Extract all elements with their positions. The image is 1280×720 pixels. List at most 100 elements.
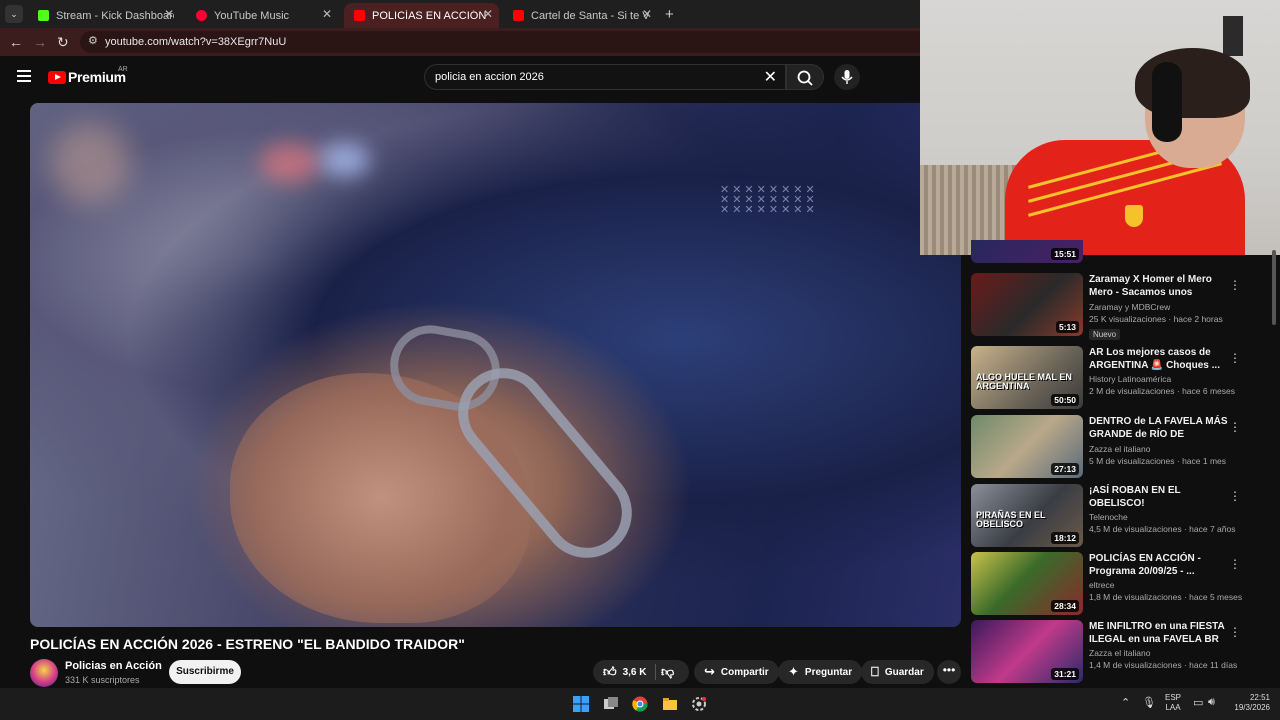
list-item[interactable]: ALGO HUELE MAL EN ARGENTINA 50:50 AR Los… (970, 346, 1270, 412)
subscribe-button[interactable]: Suscribirme (169, 660, 241, 684)
display-icon[interactable]: ▭ (1193, 696, 1203, 709)
like-icon[interactable]: 👍︎ (603, 664, 617, 680)
list-item[interactable]: 28:34 POLICÍAS EN ACCIÓN - Programa 20/0… (970, 552, 1270, 618)
video-info: Zaramay X Homer el Mero Mero - Sacamos u… (1089, 273, 1229, 342)
back-icon[interactable]: ← (9, 34, 23, 50)
close-icon[interactable]: ✕ (642, 7, 652, 21)
police-light-blue (320, 143, 370, 177)
tab-label: Stream - Kick Dashboard (56, 9, 174, 22)
close-icon[interactable]: ✕ (164, 7, 174, 21)
channel-name[interactable]: eltrece (1089, 580, 1229, 590)
clear-search-icon[interactable]: ✕ (764, 67, 777, 87)
language-code: ESP (1165, 693, 1182, 702)
reload-icon[interactable]: ↻ (57, 34, 69, 51)
save-button[interactable]: ⎕ Guardar (861, 660, 934, 684)
divider (655, 664, 656, 680)
list-item[interactable]: 15:51 (970, 240, 1270, 266)
like-count[interactable]: 3,6 K (623, 667, 647, 678)
duration-badge: 50:50 (1051, 394, 1079, 406)
new-tab-icon[interactable]: + (665, 6, 674, 23)
video-title[interactable]: POLICÍAS EN ACCIÓN - Programa 20/09/25 -… (1089, 552, 1229, 578)
more-options-icon[interactable]: ⋮ (1229, 350, 1241, 366)
keyboard-layout: LAA (1165, 703, 1181, 712)
search-icon (797, 70, 813, 86)
tab-kick-dashboard[interactable]: Stream - Kick Dashboard ✕ (28, 3, 180, 28)
channel-name[interactable]: Zazza el italiano (1089, 444, 1229, 454)
logo-country-code: AR (118, 66, 128, 73)
list-item[interactable]: 5:13 Zaramay X Homer el Mero Mero - Saca… (970, 273, 1270, 342)
close-icon[interactable]: ✕ (483, 7, 493, 21)
sidebar-scrollbar[interactable] (1272, 250, 1276, 325)
channel-avatar[interactable] (30, 659, 58, 687)
video-thumbnail[interactable]: 15:51 (971, 240, 1083, 263)
channel-name[interactable]: Zaramay y MDBCrew (1089, 302, 1229, 312)
video-info: ME INFILTRO en una FIESTA ILEGAL en una … (1089, 620, 1237, 670)
video-title[interactable]: ¡ASÍ ROBAN EN EL OBELISCO! (1089, 484, 1229, 510)
file-explorer-icon[interactable] (662, 696, 678, 712)
address-row: ← → ↻ ⚙ youtube.com/watch?v=38XEgrr7NuU (0, 28, 920, 56)
tab-policias-en-accion[interactable]: POLICÍAS EN ACCIÓN 2026 - E ✕ (344, 3, 499, 28)
channel-name[interactable]: Policias en Acción (65, 660, 162, 672)
channel-name[interactable]: History Latinoamérica (1089, 374, 1229, 384)
duration-badge: 31:21 (1051, 668, 1079, 680)
list-item[interactable]: 27:13 DENTRO de LA FAVELA MÁS GRANDE de … (970, 415, 1270, 481)
share-label: Compartir (720, 666, 769, 678)
windows-taskbar: ⌃ 🎙︎ ESP LAA ▭ 🔊︎ 22:51 19/3/2026 (0, 688, 1280, 720)
more-actions-icon[interactable]: ••• (937, 660, 961, 684)
search-input[interactable]: policia en accion 2026 ✕ (424, 64, 786, 90)
bookmark-icon: ⎕ (871, 664, 879, 679)
show-hidden-icons-icon[interactable]: ⌃ (1121, 696, 1130, 709)
video-meta: 1,8 M de visualizaciones · hace 5 meses (1089, 592, 1243, 602)
video-title[interactable]: DENTRO de LA FAVELA MÁS GRANDE de RÍO DE… (1089, 415, 1229, 442)
clock-date: 19/3/2026 (1234, 703, 1270, 712)
search-button[interactable] (786, 64, 824, 90)
clock[interactable]: 22:51 19/3/2026 (1228, 693, 1270, 713)
more-options-icon[interactable]: ⋮ (1229, 277, 1241, 293)
video-thumbnail[interactable]: PIRAÑAS EN EL OBELISCO 18:12 (971, 484, 1083, 547)
video-thumbnail[interactable]: ALGO HUELE MAL EN ARGENTINA 50:50 (971, 346, 1083, 409)
address-bar[interactable]: ⚙ youtube.com/watch?v=38XEgrr7NuU (80, 31, 920, 53)
clock-time: 22:51 (1249, 693, 1270, 702)
video-thumbnail[interactable]: 28:34 (971, 552, 1083, 615)
video-title[interactable]: Zaramay X Homer el Mero Mero - Sacamos u… (1089, 273, 1229, 300)
video-title[interactable]: AR Los mejores casos de ARGENTINA 🚨 Choq… (1089, 346, 1229, 372)
video-thumbnail[interactable]: 5:13 (971, 273, 1083, 336)
video-meta: 2 M de visualizaciones · hace 6 meses (1089, 386, 1235, 396)
more-options-icon[interactable]: ⋮ (1229, 556, 1241, 572)
site-info-icon[interactable]: ⚙ (88, 34, 98, 47)
youtube-premium-logo[interactable]: Premium (48, 69, 126, 85)
video-player[interactable]: ✕✕✕✕✕✕✕✕ ✕✕✕✕✕✕✕✕ ✕✕✕✕✕✕✕✕ (30, 103, 961, 627)
chrome-icon[interactable] (632, 696, 648, 712)
tab-youtube-music[interactable]: YouTube Music ✕ (186, 3, 338, 28)
microphone-icon[interactable]: 🎙︎ (1142, 696, 1156, 709)
channel-name[interactable]: Zazza el italiano (1089, 648, 1229, 658)
tab-cartel-de-santa[interactable]: Cartel de Santa - Si te Vienen a ✕ (503, 3, 658, 28)
close-icon[interactable]: ✕ (322, 7, 332, 21)
input-language[interactable]: ESP LAA (1165, 693, 1181, 713)
volume-icon[interactable]: 🔊︎ (1208, 696, 1215, 709)
more-options-icon[interactable]: ⋮ (1229, 419, 1241, 435)
video-thumbnail[interactable]: 27:13 (971, 415, 1083, 478)
share-button[interactable]: ↪ Compartir (694, 660, 779, 684)
browser-tab-strip: ⌄ Stream - Kick Dashboard ✕ YouTube Musi… (0, 0, 920, 28)
video-title[interactable]: ME INFILTRO en una FIESTA ILEGAL en una … (1089, 620, 1229, 646)
video-meta: 5 M de visualizaciones · hace 1 mes (1089, 456, 1227, 466)
tab-search-dropdown-icon[interactable]: ⌄ (5, 5, 23, 23)
menu-icon[interactable] (17, 70, 31, 82)
video-meta: 25 K visualizaciones · hace 2 horas (1089, 314, 1223, 324)
more-options-icon[interactable]: ⋮ (1229, 624, 1241, 640)
video-thumbnail[interactable]: 31:21 (971, 620, 1083, 683)
windows-start-icon[interactable] (573, 696, 589, 712)
video-info: DENTRO de LA FAVELA MÁS GRANDE de RÍO DE… (1089, 415, 1229, 466)
task-view-icon[interactable] (603, 696, 619, 712)
voice-search-button[interactable] (834, 64, 860, 90)
list-item[interactable]: PIRAÑAS EN EL OBELISCO 18:12 ¡ASÍ ROBAN … (970, 484, 1270, 550)
ask-button[interactable]: ✦ Preguntar (778, 660, 863, 684)
settings-gear-icon[interactable] (691, 696, 707, 712)
more-options-icon[interactable]: ⋮ (1229, 488, 1241, 504)
forward-icon[interactable]: → (33, 34, 47, 50)
duration-badge: 5:13 (1055, 321, 1079, 333)
dislike-icon[interactable]: 👎︎ (661, 664, 674, 680)
list-item[interactable]: 31:21 ME INFILTRO en una FIESTA ILEGAL e… (970, 620, 1270, 686)
channel-name[interactable]: Telenoche (1089, 512, 1229, 522)
